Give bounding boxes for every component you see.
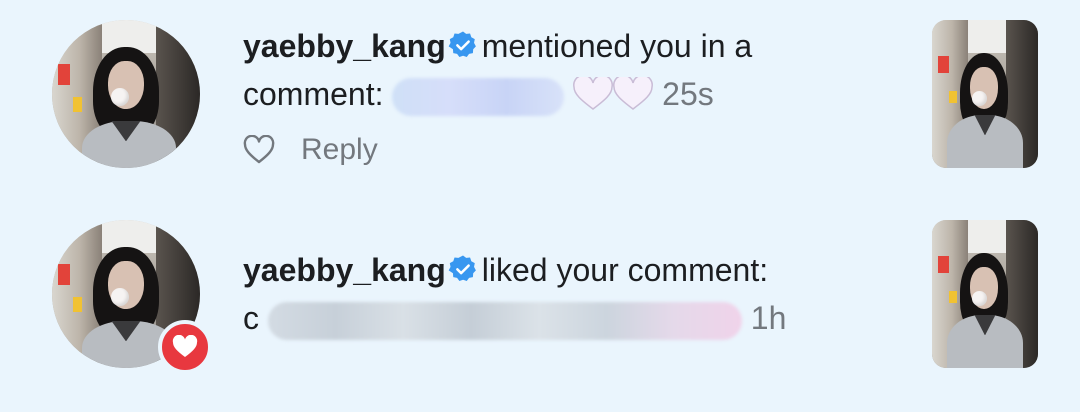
like-badge <box>158 320 212 374</box>
post-photo <box>932 220 1038 368</box>
username[interactable]: yaebby_kang <box>243 252 446 288</box>
white-heart-emoji-icon <box>573 77 614 110</box>
avatar[interactable] <box>52 20 200 168</box>
blurred-comment-text <box>267 301 742 340</box>
timestamp: 1h <box>750 300 787 336</box>
timestamp: 25s <box>662 76 714 112</box>
notification-text: yaebby_kang mentioned you in a comment: … <box>243 22 863 118</box>
white-heart-emoji-icon <box>613 77 654 110</box>
verified-badge-icon <box>448 31 476 57</box>
post-photo <box>932 20 1038 168</box>
like-heart-icon[interactable] <box>243 135 275 165</box>
blurred-comment-text <box>392 77 565 116</box>
verified-badge-icon <box>448 255 476 281</box>
notification-like[interactable]: yaebby_kang liked your comment: c 1h <box>0 200 1080 412</box>
post-thumbnail[interactable] <box>932 20 1038 168</box>
profile-photo <box>52 20 200 168</box>
username[interactable]: yaebby_kang <box>243 28 446 64</box>
notification-mention[interactable]: yaebby_kang mentioned you in a comment: … <box>0 0 1080 200</box>
notification-text: yaebby_kang liked your comment: c 1h <box>243 246 863 342</box>
comment-prefix: c <box>243 300 259 336</box>
reply-button[interactable]: Reply <box>301 133 378 167</box>
action-text: liked your comment: <box>481 252 769 288</box>
heart-badge-icon <box>172 335 198 357</box>
comment-label: comment: <box>243 76 384 112</box>
action-text: mentioned you in a <box>481 28 753 64</box>
post-thumbnail[interactable] <box>932 220 1038 368</box>
action-row: Reply <box>243 130 378 170</box>
